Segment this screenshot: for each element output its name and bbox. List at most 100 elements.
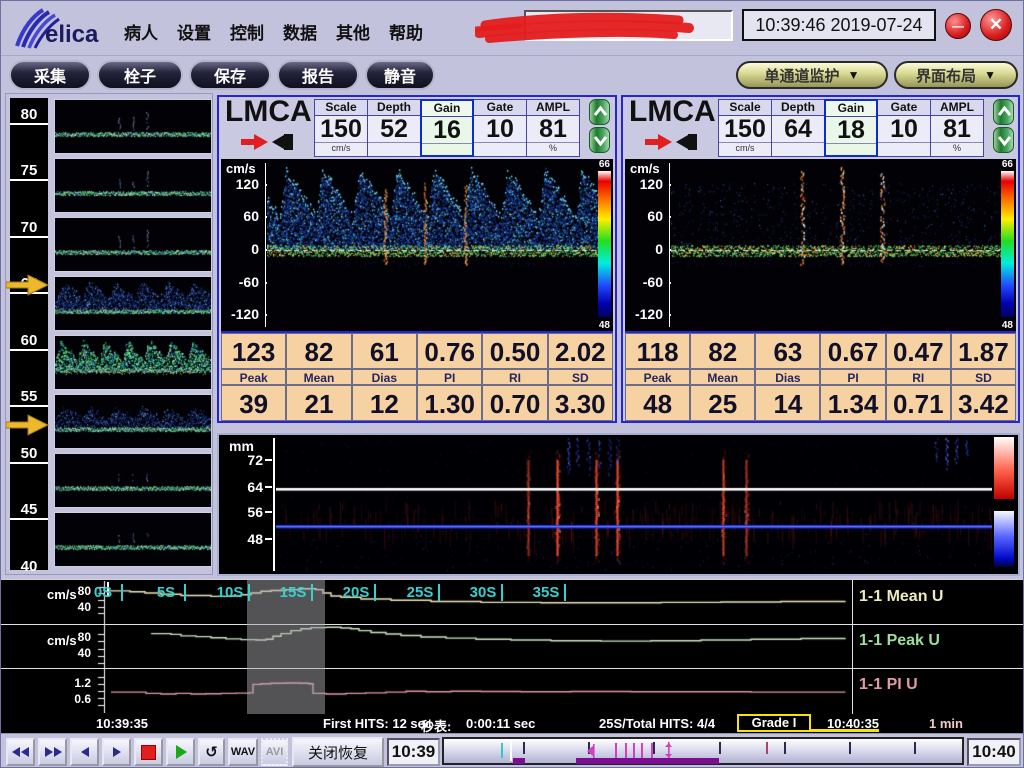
menu-help[interactable]: 帮助 [389,19,423,44]
step-back-button[interactable] [70,738,99,766]
depth-strip-row[interactable] [54,217,212,272]
depth-strip-row[interactable] [54,394,212,449]
chevron-down-icon: ▼ [848,68,860,82]
param-gain-active[interactable]: Gain 16 [420,99,474,157]
depth-label: 80 [10,106,48,123]
param-grid: Scale 150 cm/s Depth 64 Gain 18 Gate 10 … [719,99,984,157]
trend-legend-mean: 1-1 Mean U [859,588,943,606]
param-gate[interactable]: Gate 10 [473,99,527,157]
play-button[interactable] [166,738,195,766]
timeline-scrubber[interactable] [442,737,964,765]
status-start-time: 10:39:35 [96,716,148,731]
param-scale[interactable]: Scale 150 cm/s [314,99,368,157]
spin-down-button[interactable] [589,127,610,153]
embolus-button[interactable]: 栓子 [97,60,183,90]
spin-down-button[interactable] [993,127,1014,153]
menu-data[interactable]: 数据 [283,19,317,44]
save-button[interactable]: 保存 [189,60,271,90]
clock-display: 10:39:46 2019-07-24 [742,9,936,41]
results-table: 123 82 61 0.76 0.50 2.02 Peak Mean Dias … [221,331,613,421]
tcd-application-window: elica 病人 设置 控制 数据 其他 帮助 10:39:46 2019-07… [0,0,1024,768]
spectrum-display: cm/s 120 60 0 -60 -120 66 48 [625,159,1016,331]
param-gain-active[interactable]: Gain 18 [824,99,878,157]
step-forward-button[interactable] [102,738,131,766]
time-tick-label: 5S [144,584,188,601]
depth-strip-row[interactable] [54,335,212,390]
rewind-button[interactable] [6,738,35,766]
timeline-start-time: 10:39 [387,738,440,766]
menu-other[interactable]: 其他 [336,19,370,44]
param-scale[interactable]: Scale 150 cm/s [718,99,772,157]
time-tick-label: 0S [81,584,125,601]
channel-panel-left: LMCA Scale 150 cm/s Depth 52 Gain 16 [217,95,617,423]
depth-label: 50 [10,445,48,462]
time-tick-label: 35S [524,584,568,601]
mute-button[interactable]: 静音 [365,60,435,90]
doppler-spectrogram [267,159,599,331]
minimize-button[interactable]: — [945,13,971,39]
chevron-down-icon: ▼ [984,68,996,82]
logo-text: elica [45,21,99,48]
title-bar: elica 病人 设置 控制 数据 其他 帮助 10:39:46 2019-07… [1,1,1024,56]
spectrum-display: cm/s 120 60 0 -60 -120 66 48 [221,159,613,331]
loop-icon: ↺ [205,743,218,761]
report-button[interactable]: 报告 [277,60,359,90]
spin-up-button[interactable] [589,99,610,125]
time-tick-label: 15S [271,584,315,601]
colorbar [598,171,611,317]
double-left-arrow-icon [11,746,31,758]
status-bar: 10:39:35 First HITS: 12 sec 秒表: 0:00:11 … [1,714,1024,733]
param-ampl[interactable]: AMPL 81 % [526,99,580,157]
close-button[interactable]: ✕ [980,9,1012,41]
hits-marker-icon [585,743,595,759]
param-gate[interactable]: Gate 10 [877,99,931,157]
layout-dropdown[interactable]: 界面布局 ▼ [894,61,1018,89]
close-restore-button[interactable]: 关闭恢复 [292,737,384,767]
depth-label: 70 [10,219,48,236]
time-tick-label: 25S [398,584,442,601]
doppler-spectrogram [671,159,1001,331]
menu-control[interactable]: 控制 [230,19,264,44]
axis-unit-label: cm/s [630,161,660,176]
monitor-mode-label: 单通道监护 [765,65,840,86]
right-arrow-icon [111,746,123,758]
results-table: 118 82 63 0.67 0.47 1.87 Peak Mean Dias … [625,331,1016,421]
depth-strip-row[interactable] [54,158,212,213]
depth-strip-row[interactable] [54,453,212,508]
trend-legend-peak: 1-1 Peak U [859,632,940,650]
redaction-scribble [475,11,701,45]
mmode-display [276,436,992,573]
status-duration: 1 min [929,716,963,731]
grade-badge: Grade I [737,714,811,732]
depth-label: 75 [10,162,48,179]
vessel-title: LMCA [629,95,716,129]
loop-button[interactable]: ↺ [198,738,225,766]
timeline-cursor[interactable] [510,741,512,761]
probe-direction-icon [645,131,709,153]
depth-label: 55 [10,388,48,405]
depth-label: 60 [10,332,48,349]
fast-forward-button[interactable] [38,738,67,766]
gate-marker-arrow-icon [6,273,50,297]
param-depth[interactable]: Depth 52 [367,99,421,157]
spin-up-button[interactable] [993,99,1014,125]
param-spinner [993,99,1014,153]
stop-record-button[interactable] [134,738,163,766]
vessel-title: LMCA [225,95,312,129]
param-grid: Scale 150 cm/s Depth 52 Gain 16 Gate 10 … [315,99,580,157]
monitor-mode-dropdown[interactable]: 单通道监护 ▼ [736,61,888,89]
menu-settings[interactable]: 设置 [177,19,211,44]
selection-segment [576,758,719,764]
param-ampl[interactable]: AMPL 81 % [930,99,984,157]
acquire-button[interactable]: 采集 [9,60,91,90]
depth-strip-row[interactable] [54,99,212,154]
mmode-colorbar-negative [994,511,1014,567]
param-depth[interactable]: Depth 64 [771,99,825,157]
avi-button[interactable]: AVI [261,738,288,766]
depth-strip-row[interactable] [54,276,212,331]
time-tick-label: 20S [334,584,378,601]
depth-strip-row[interactable] [54,512,212,567]
menu-patient[interactable]: 病人 [124,19,158,44]
wav-button[interactable]: WAV [228,738,258,766]
mmode-panel: mm 72 64 56 48 [217,433,1020,576]
